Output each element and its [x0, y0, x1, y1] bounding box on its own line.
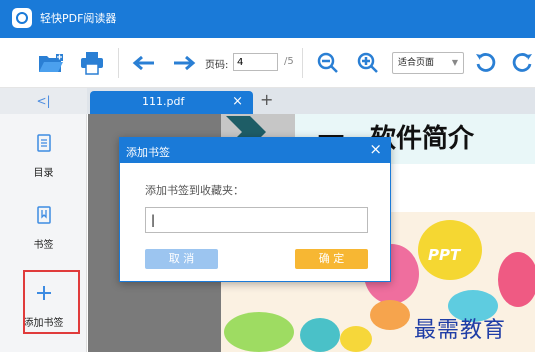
toolbar: 页码: /5 适合页面 ▼	[0, 38, 535, 88]
add-bookmark-dialog: 添加书签 × 添加书签到收藏夹： 取 消 确 定	[119, 137, 391, 282]
app-title: 轻快PDF阅读器	[40, 12, 117, 25]
chevron-down-icon: ▼	[451, 58, 458, 67]
sidebar-item-toc[interactable]: 目录	[0, 134, 87, 180]
page-total: /5	[284, 56, 294, 67]
add-tab-icon[interactable]: +	[260, 90, 273, 109]
tab-label: 111.pdf	[142, 95, 185, 108]
sidebar-item-label: 目录	[33, 168, 54, 179]
title-bar: 轻快PDF阅读器	[0, 0, 535, 38]
toolbar-divider	[302, 48, 303, 78]
dialog-title: 添加书签	[126, 146, 170, 159]
bookmark-icon	[0, 206, 87, 230]
close-icon[interactable]: ×	[232, 94, 243, 109]
highlight-box	[23, 270, 80, 334]
app-logo-icon	[12, 8, 32, 28]
dialog-header: 添加书签 ×	[120, 138, 390, 163]
printer-icon[interactable]	[78, 50, 106, 76]
zoom-out-icon[interactable]	[315, 50, 341, 76]
ppt-text: PPT	[428, 246, 461, 264]
dialog-prompt: 添加书签到收藏夹：	[145, 184, 244, 197]
decorative-blob	[224, 312, 294, 352]
rotate-left-icon[interactable]	[472, 50, 498, 76]
toolbar-divider	[118, 48, 119, 78]
rotate-right-icon[interactable]	[510, 50, 535, 76]
toc-icon	[0, 134, 87, 158]
sidebar-item-bookmarks[interactable]: 书签	[0, 206, 87, 252]
sidebar-item-label: 书签	[33, 240, 54, 251]
decorative-blob	[370, 300, 410, 330]
page-number-label: 页码:	[205, 60, 229, 71]
zoom-in-icon[interactable]	[355, 50, 381, 76]
page-number-input[interactable]	[233, 53, 278, 71]
arrow-right-icon[interactable]	[170, 50, 198, 76]
sidebar-collapse-button[interactable]: <|	[0, 88, 87, 114]
ok-button[interactable]: 确 定	[295, 249, 368, 269]
zoom-mode-value: 适合页面	[398, 58, 435, 68]
zoom-mode-select[interactable]: 适合页面 ▼	[392, 52, 464, 74]
tab-bar: <| 111.pdf × +	[0, 88, 535, 114]
decorative-blob	[340, 326, 372, 352]
cancel-button[interactable]: 取 消	[145, 249, 218, 269]
tab-document[interactable]: 111.pdf ×	[90, 91, 253, 114]
decorative-blob	[498, 252, 535, 307]
decorative-blob	[300, 318, 340, 352]
bookmark-name-input[interactable]	[145, 207, 368, 233]
close-icon[interactable]: ×	[369, 140, 382, 158]
watermark: 最需教育	[414, 318, 507, 343]
arrow-left-icon[interactable]	[130, 50, 158, 76]
folder-open-icon[interactable]	[36, 50, 66, 76]
